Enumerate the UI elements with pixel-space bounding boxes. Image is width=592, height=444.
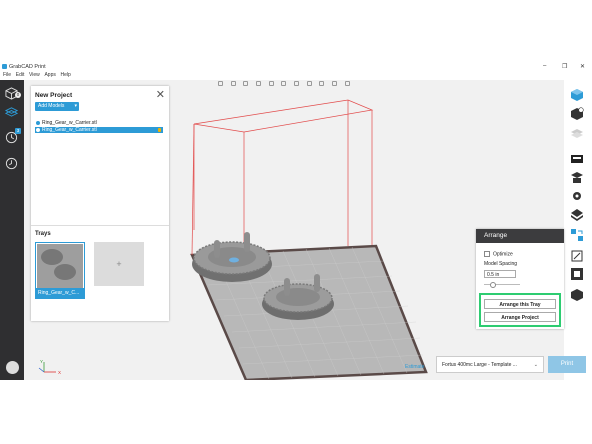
layers-icon[interactable] [570,126,584,140]
print-button[interactable]: Print [548,356,586,373]
grabcad-logo-icon [2,64,7,69]
menu-bar: File Edit View Apps Help [0,72,592,80]
view-back-icon[interactable] [230,81,236,86]
divider [31,225,169,226]
view-iso-icon[interactable] [294,81,300,86]
orient-icon[interactable] [570,208,584,222]
view-top-icon[interactable] [268,81,274,86]
add-models-label: Add Models [38,103,65,109]
model-name: Ring_Gear_w_Carrier.stl [42,120,97,126]
menu-view[interactable]: View [29,72,40,78]
tray-thumbnail [37,244,83,288]
axis-y-label: Y [40,359,44,364]
trays-heading: Trays [35,231,51,237]
arrange-panel-header: Arrange [476,229,564,243]
slider-handle[interactable] [490,282,496,288]
chevron-down-icon: ⌄ [533,362,538,368]
menu-file[interactable]: File [3,72,11,78]
model-name: Ring_Gear_w_Carrier.stl [42,127,97,133]
history-count-badge: 3 [15,128,21,134]
axis-x-label: X [58,370,62,375]
view-front-icon[interactable] [218,81,223,86]
menu-apps[interactable]: Apps [44,72,55,78]
close-panel-icon[interactable]: ✕ [156,88,165,101]
printer-settings-icon[interactable] [570,152,584,166]
title-bar: GrabCAD Print – ❐ ✕ [0,62,592,72]
tray-label: Ring_Gear_w_C... [36,288,84,298]
view-right-icon[interactable] [256,81,262,86]
model-file-icon [36,120,40,125]
tray-card[interactable]: Ring_Gear_w_C... [35,242,85,299]
add-tray-button[interactable]: + [94,242,144,286]
app-title: GrabCAD Print [9,64,46,70]
left-sidebar: 0 3 [0,80,24,380]
project-title: New Project [35,92,73,99]
menu-edit[interactable]: Edit [16,72,25,78]
view-toolbar [218,81,378,88]
printer-select[interactable]: Fortus 400mc Large - Template ... ⌄ [436,356,544,373]
settings-gear-icon[interactable] [570,189,584,203]
right-toolbar [564,80,592,380]
model-file-icon [36,127,40,132]
zoom-in-icon[interactable] [319,81,325,86]
build-volume-box [193,99,374,260]
model-view-icon[interactable] [570,88,584,102]
project-panel: New Project ✕ Add Models ▾ Ring_Gear_w_C… [31,86,169,321]
menu-help[interactable]: Help [61,72,71,78]
arrange-panel: Arrange Optimize Model Spacing 0.5 in Ar… [476,229,564,329]
optimize-label: Optimize [493,251,513,258]
arrange-icon[interactable] [570,228,584,242]
model-spacing-input[interactable]: 0.5 in [484,270,516,278]
model-spacing-label: Model Spacing [484,261,518,267]
restore-button[interactable]: ❐ [562,63,567,70]
model-list-item[interactable]: Ring_Gear_w_Carrier.stl [35,120,163,126]
models-count-badge: 0 [15,92,21,98]
minimize-button[interactable]: – [543,63,546,69]
tray-icon[interactable] [5,105,18,118]
arrange-project-button[interactable]: Arrange Project [484,312,556,322]
close-window-button[interactable]: ✕ [580,63,585,70]
perspective-icon[interactable] [344,81,350,86]
resize-icon[interactable] [570,267,584,281]
user-avatar-icon[interactable] [6,361,19,374]
zoom-out-icon[interactable] [332,81,338,86]
view-bottom-icon[interactable] [281,81,287,86]
printer-name: Fortus 400mc Large - Template ... [442,362,517,368]
add-models-button[interactable]: Add Models ▾ [35,102,79,111]
ring-gear-model-1 [192,232,272,282]
export-icon[interactable] [570,288,584,302]
optimize-checkbox[interactable] [484,251,490,257]
model-list-item-selected[interactable]: Ring_Gear_w_Carrier.stl [35,127,163,133]
support-icon[interactable] [570,171,584,185]
zoom-fit-icon[interactable] [306,81,312,86]
chevron-down-icon: ▾ [74,103,77,109]
scale-icon[interactable] [570,249,584,263]
warning-icon[interactable] [158,128,161,132]
arrange-this-tray-button[interactable]: Arrange this Tray [484,299,556,309]
optimize-option[interactable]: Optimize [484,251,513,257]
estimate-link[interactable]: Estimate [405,364,424,370]
view-left-icon[interactable] [243,81,249,86]
layer-check-icon[interactable] [570,107,584,121]
recent-jobs-icon[interactable] [5,157,18,170]
